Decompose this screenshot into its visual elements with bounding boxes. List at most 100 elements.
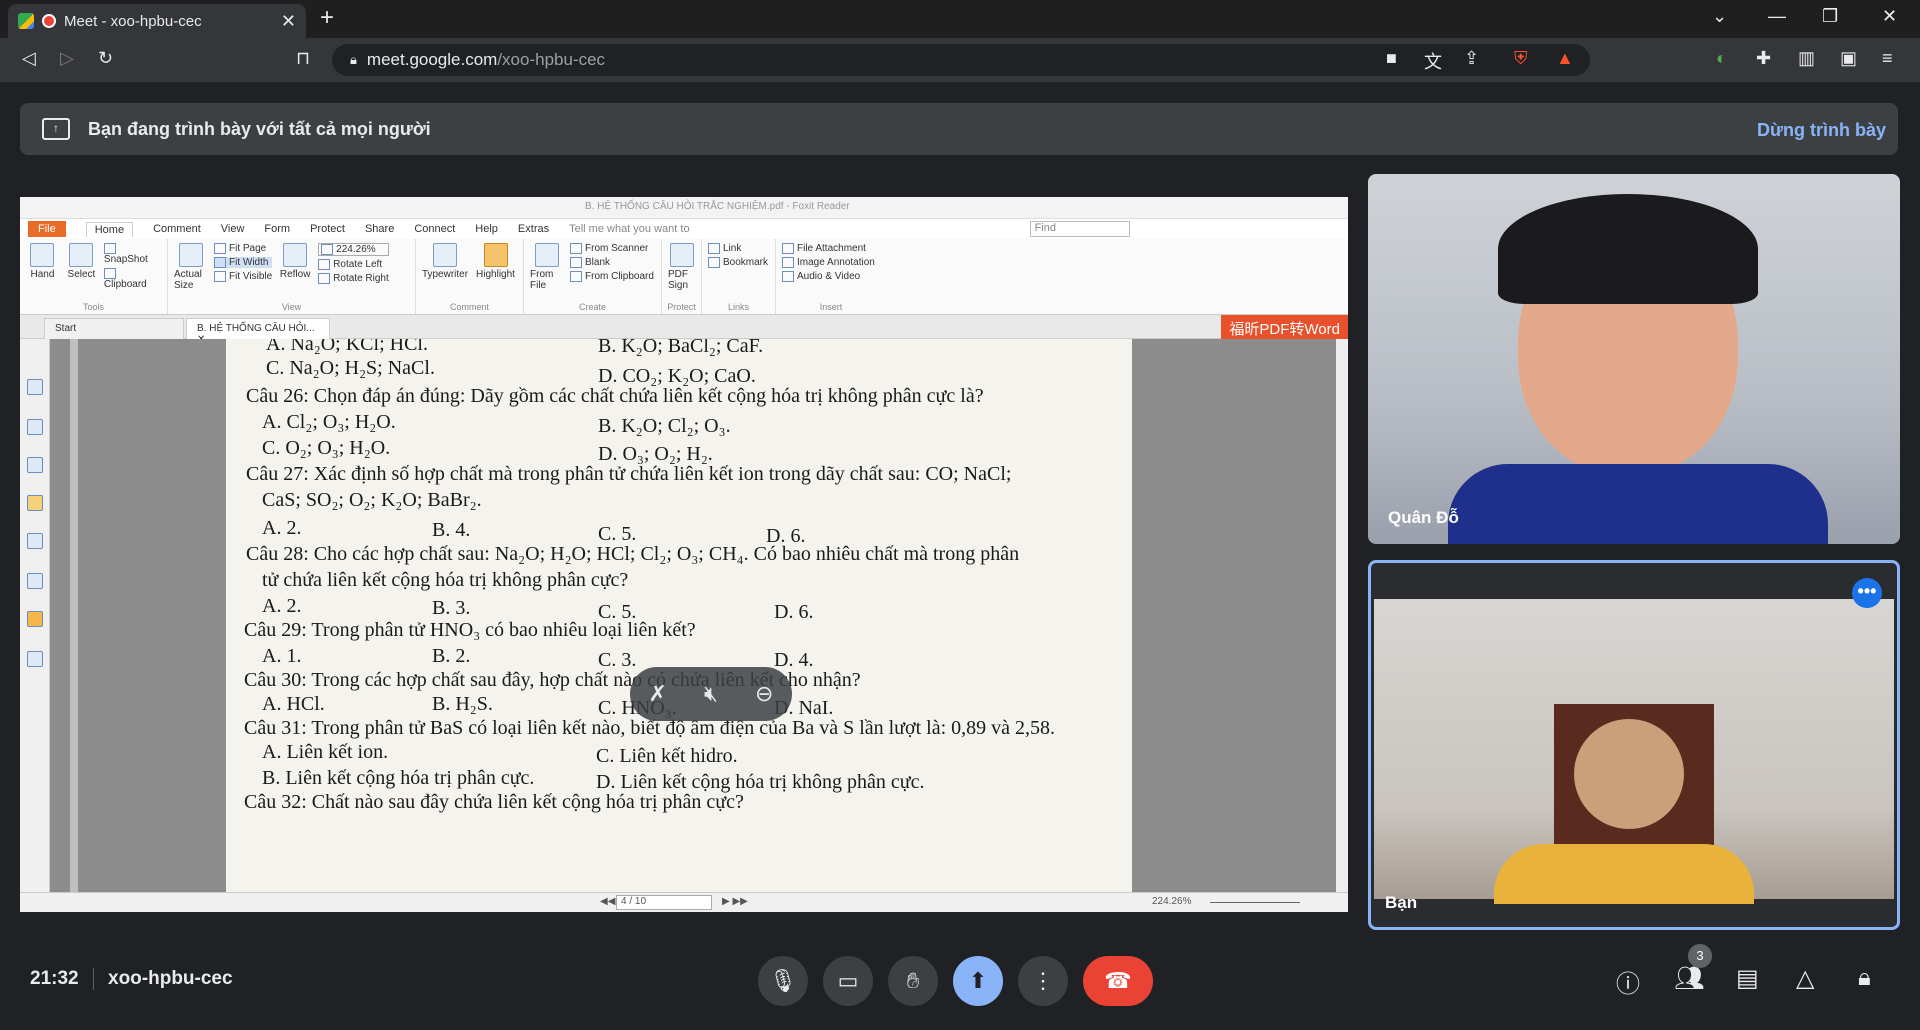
menu-connect[interactable]: Connect <box>414 223 455 235</box>
tab-document[interactable]: B. HỆ THỐNG CÂU HỎI... ✕ <box>186 318 330 345</box>
snapshot-button[interactable]: SnapShot <box>104 243 161 265</box>
pin-off-icon[interactable]: ✗ <box>649 681 667 707</box>
tab-search-chevron-icon[interactable]: ⌄ <box>1712 6 1727 27</box>
close-window-icon[interactable]: ✕ <box>1882 6 1897 27</box>
participant-tile[interactable]: Quân Đỗ <box>1368 174 1900 544</box>
typewriter-button[interactable]: Typewriter <box>422 243 468 310</box>
select-tool-button[interactable]: Select <box>65 243 98 310</box>
microphone-button[interactable]: 🎙︎ <box>758 956 808 1006</box>
group-label-protect: Protect <box>667 302 696 312</box>
menu-icon[interactable]: ≡ <box>1882 48 1893 69</box>
reflow-button[interactable]: Reflow <box>278 243 312 310</box>
typewriter-label: Typewriter <box>421 269 469 280</box>
vertical-scrollbar[interactable] <box>1336 339 1348 892</box>
link-button[interactable]: Link <box>708 243 768 254</box>
raise-hand-button[interactable]: ✋︎ <box>888 956 938 1006</box>
menu-share[interactable]: Share <box>365 223 394 235</box>
highlight-button[interactable]: Highlight <box>474 243 517 310</box>
page-edge <box>70 339 78 892</box>
camera-button[interactable]: ▭ <box>823 956 873 1006</box>
menu-help[interactable]: Help <box>475 223 498 235</box>
menu-extras[interactable]: Extras <box>518 223 549 235</box>
bookmark-button[interactable]: Bookmark <box>708 257 768 268</box>
group-label-tools: Tools <box>82 302 104 312</box>
sidebar-icon[interactable]: ▥ <box>1798 48 1815 69</box>
fit-width-button[interactable]: Fit Width <box>214 257 273 269</box>
group-label-create: Create <box>578 302 606 312</box>
mute-icon[interactable]: 🔇︎ <box>704 681 718 707</box>
remove-icon[interactable]: ⊖ <box>755 681 773 707</box>
menu-form[interactable]: Form <box>264 223 290 235</box>
pdf-to-word-button[interactable]: 福昕PDF转Word <box>1221 315 1348 339</box>
attachments-icon[interactable] <box>27 533 43 549</box>
zoom-slider[interactable] <box>1210 902 1300 903</box>
menu-tell-me[interactable]: Tell me what you want to <box>569 223 689 235</box>
group-view: Actual Size Fit Page Fit Width Fit Visible… <box>168 239 416 314</box>
close-tab-icon[interactable]: ✕ <box>281 11 296 32</box>
pdf-sign-button[interactable]: PDF Sign <box>668 243 695 310</box>
host-controls-icon[interactable]: 🔒︎ <box>1858 964 1871 992</box>
bookmarks-panel-icon[interactable] <box>27 419 43 435</box>
next-page-icon[interactable]: ▶ ▶▶ <box>722 896 748 907</box>
menu-comment[interactable]: Comment <box>153 223 201 235</box>
tab-title: Meet - xoo-hpbu-cec <box>64 12 202 30</box>
minimize-icon[interactable]: — <box>1768 6 1786 27</box>
stop-presenting-button[interactable]: Dừng trình bày <box>1757 120 1886 141</box>
tools-wand-icon[interactable] <box>27 651 43 667</box>
people-icon[interactable]: 👥︎ <box>1674 964 1704 993</box>
brave-rewards-icon[interactable]: ▲ <box>1556 48 1574 69</box>
fit-visible-button[interactable]: Fit Visible <box>214 271 272 282</box>
rotate-right-button[interactable]: Rotate Right <box>318 273 389 284</box>
fit-page-button[interactable]: Fit Page <box>214 243 272 254</box>
clipboard-button[interactable]: Clipboard <box>104 268 161 290</box>
chat-icon[interactable]: ▤ <box>1736 964 1759 993</box>
tab-start[interactable]: Start <box>44 318 184 339</box>
image-annotation-button[interactable]: Image Annotation <box>782 257 875 268</box>
file-attachment-button[interactable]: File Attachment <box>782 243 875 254</box>
back-icon[interactable]: ◁ <box>22 48 36 69</box>
brave-shield-icon[interactable]: ⛨ <box>1514 48 1528 69</box>
self-tile[interactable]: Bạn <box>1368 560 1900 930</box>
pages-icon[interactable] <box>27 379 43 395</box>
bookmark-icon[interactable]: ⊓ <box>296 48 310 69</box>
forward-icon[interactable]: ▷ <box>60 48 74 69</box>
find-input[interactable]: Find <box>1029 221 1130 237</box>
zoom-select[interactable]: 224.26% <box>318 243 389 257</box>
restore-icon[interactable]: ❐ <box>1822 6 1838 27</box>
blank-button[interactable]: Blank <box>570 257 654 268</box>
from-file-button[interactable]: From File <box>530 243 564 310</box>
menu-protect[interactable]: Protect <box>310 223 345 235</box>
new-tab-icon[interactable]: + <box>320 4 334 32</box>
rotate-left-button[interactable]: Rotate Left <box>318 259 389 270</box>
highlight-label: Highlight <box>476 269 515 280</box>
audio-video-button[interactable]: Audio & Video <box>782 271 875 282</box>
translate-icon[interactable]: 文 <box>1424 48 1442 74</box>
document-viewport[interactable]: A. Na₂O; KCl; HCl. B. K₂O; BaCl₂; CaF. C. … <box>50 339 1336 892</box>
more-options-icon[interactable]: ••• <box>1852 578 1882 608</box>
present-button[interactable]: ⬆ <box>953 956 1003 1006</box>
page-number-input[interactable]: 4 / 10 <box>616 895 712 910</box>
address-bar[interactable]: 🔒︎ meet.google.com/xoo-hpbu-cec <box>332 44 1590 76</box>
extensions-puzzle-icon[interactable]: ✚ <box>1756 48 1771 69</box>
camera-blocked-icon[interactable]: ■ <box>1386 48 1397 69</box>
menu-view[interactable]: View <box>221 223 245 235</box>
from-scanner-button[interactable]: From Scanner <box>570 243 654 254</box>
comments-icon[interactable] <box>27 495 43 511</box>
leave-call-button[interactable]: ☎︎ <box>1083 956 1153 1006</box>
meeting-info-icon[interactable]: ⓘ <box>1616 964 1640 999</box>
extension-icon[interactable]: ◐ <box>1716 48 1727 69</box>
activities-icon[interactable]: △ <box>1796 964 1814 993</box>
reload-icon[interactable]: ↻ <box>98 48 113 69</box>
menu-file[interactable]: File <box>28 221 66 237</box>
actual-size-button[interactable]: Actual Size <box>174 243 208 310</box>
menu-home[interactable]: Home <box>85 221 134 237</box>
security-icon[interactable] <box>27 611 43 627</box>
wallet-icon[interactable]: ▣ <box>1840 48 1857 69</box>
browser-tab[interactable]: Meet - xoo-hpbu-cec ✕ <box>8 4 306 38</box>
signatures-icon[interactable] <box>27 573 43 589</box>
hand-tool-button[interactable]: Hand <box>26 243 59 310</box>
layers-icon[interactable] <box>27 457 43 473</box>
more-button[interactable]: ⋮ <box>1018 956 1068 1006</box>
from-clipboard-button[interactable]: From Clipboard <box>570 271 654 282</box>
share-icon[interactable]: ⇪ <box>1464 48 1479 69</box>
